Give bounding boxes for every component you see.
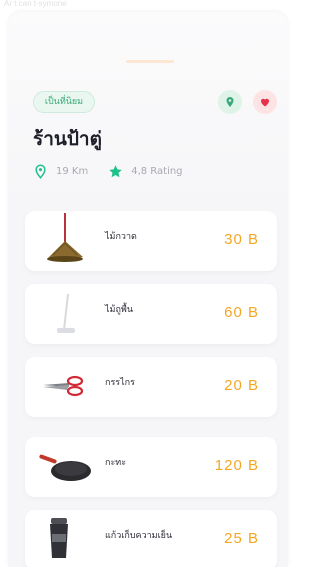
star-icon bbox=[109, 164, 122, 177]
drag-handle[interactable] bbox=[126, 60, 174, 63]
location-icon bbox=[226, 97, 234, 107]
heart-icon bbox=[261, 98, 269, 107]
store-meta: 19 Km 4,8 Rating bbox=[33, 162, 183, 180]
product-name: กะทะ bbox=[105, 458, 127, 468]
product-name: กรรไกร bbox=[105, 378, 135, 388]
rating-text: 4,8 Rating bbox=[131, 165, 183, 177]
product-item[interactable]: กะทะ 120 B bbox=[25, 437, 277, 497]
product-price: 20 B bbox=[224, 377, 259, 394]
store-name: ร้านป้าตู่ bbox=[33, 128, 102, 150]
product-name: แก้วเก็บความเย็น bbox=[105, 531, 173, 541]
map-pin-icon bbox=[35, 163, 46, 179]
product-item[interactable]: แก้วเก็บความเย็น 25 B bbox=[25, 510, 277, 567]
broom-icon bbox=[35, 211, 95, 271]
product-price: 120 B bbox=[214, 457, 259, 474]
product-price: 60 B bbox=[224, 304, 259, 321]
favorite-button[interactable] bbox=[253, 90, 277, 114]
frying-pan-icon bbox=[35, 437, 95, 497]
mop-icon bbox=[35, 284, 95, 344]
status-bar-text: Ar t can t-symone bbox=[4, 0, 67, 8]
product-price: 30 B bbox=[224, 231, 259, 248]
product-item[interactable]: ไม้ถูพื้น 60 B bbox=[25, 284, 277, 344]
product-name: ไม้กวาด bbox=[105, 232, 137, 242]
store-detail-sheet: เป็นที่นิยม ร้านป้าตู่ 19 Km 4,8 Rating bbox=[8, 12, 288, 567]
product-name: ไม้ถูพื้น bbox=[105, 305, 133, 315]
popular-badge: เป็นที่นิยม bbox=[33, 91, 95, 113]
tumbler-icon bbox=[35, 510, 95, 567]
scissors-icon bbox=[35, 357, 95, 417]
product-item[interactable]: ไม้กวาด 30 B bbox=[25, 211, 277, 271]
product-item[interactable]: กรรไกร 20 B bbox=[25, 357, 277, 417]
location-button[interactable] bbox=[218, 90, 242, 114]
product-price: 25 B bbox=[224, 530, 259, 547]
distance-text: 19 Km bbox=[56, 165, 89, 177]
